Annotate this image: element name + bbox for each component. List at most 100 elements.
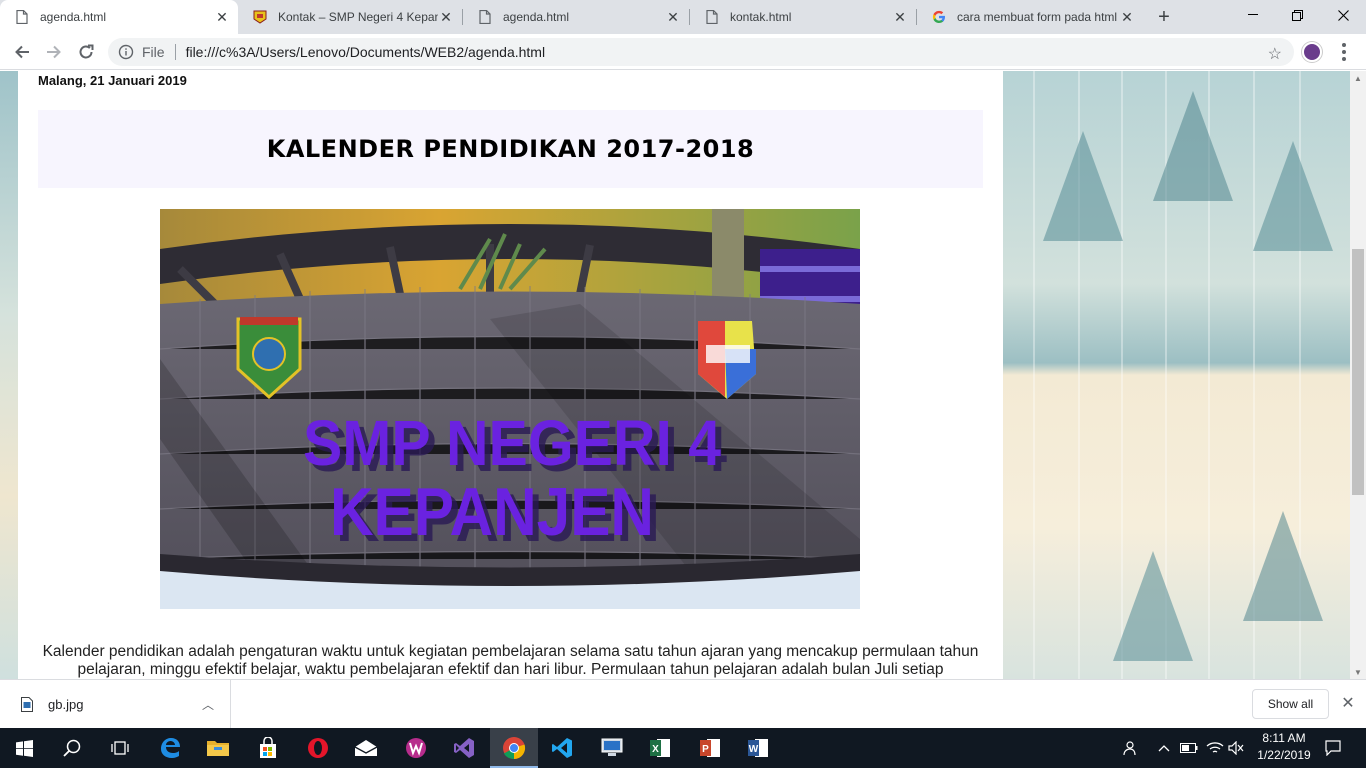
battery-icon[interactable] (1178, 728, 1200, 768)
excel-app[interactable]: X (636, 728, 684, 768)
tab-title: Kontak – SMP Negeri 4 Kepanj (278, 10, 438, 24)
restore-button[interactable] (1274, 0, 1320, 30)
media-player-icon (406, 738, 426, 758)
svg-text:X: X (652, 744, 659, 755)
tab-title: agenda.html (503, 10, 570, 24)
mail-icon (354, 740, 378, 756)
info-icon[interactable] (118, 44, 134, 60)
page-scrollbar[interactable]: ▲ ▼ (1350, 71, 1366, 679)
post-date: Malang, 21 Januari 2019 (38, 73, 187, 88)
chrome-app[interactable] (490, 728, 538, 768)
page-icon (14, 9, 30, 25)
close-tab-icon[interactable]: ✕ (214, 9, 230, 25)
new-tab-button[interactable]: + (1152, 5, 1176, 29)
store-app[interactable] (244, 728, 292, 768)
tab-agenda-active[interactable]: agenda.html ✕ (0, 0, 238, 34)
opera-app[interactable] (294, 728, 342, 768)
excel-icon: X (650, 739, 670, 757)
close-tab-icon[interactable]: ✕ (1119, 9, 1135, 25)
profile-avatar[interactable] (1302, 42, 1322, 62)
tab-title: kontak.html (730, 10, 792, 24)
page-heading: KALENDER PENDIDIKAN 2017-2018 (266, 135, 755, 163)
action-center-icon[interactable] (1320, 728, 1346, 768)
store-icon (260, 737, 276, 758)
close-tab-icon[interactable]: ✕ (892, 9, 908, 25)
wifi-icon[interactable] (1204, 728, 1226, 768)
tab-strip: agenda.html ✕ Kontak – SMP Negeri 4 Kepa… (0, 0, 1366, 34)
sign-line-2: KEPANJEN (330, 474, 654, 550)
page-viewport[interactable]: Malang, 21 Januari 2019 KALENDER PENDIDI… (0, 71, 1350, 679)
mail-app[interactable] (342, 728, 390, 768)
close-shelf-icon[interactable]: ✕ (1339, 694, 1357, 712)
chevron-up-icon[interactable]: ︿ (202, 696, 214, 713)
visual-studio-icon (454, 738, 474, 758)
volume-muted-icon[interactable] (1226, 728, 1246, 768)
sign-line-1: SMP NEGERI 4 (303, 407, 721, 479)
download-item[interactable]: gb.jpg ︿ (0, 680, 231, 729)
svg-text:P: P (702, 744, 709, 755)
reload-icon (79, 44, 94, 59)
search-icon (63, 739, 81, 757)
download-shelf: gb.jpg ︿ Show all ✕ (0, 679, 1366, 729)
bookmark-star-icon[interactable]: ☆ (1268, 44, 1282, 64)
edge-icon (161, 738, 180, 758)
powerpoint-icon: P (700, 739, 720, 757)
address-bar[interactable]: File file:///c%3A/Users/Lenovo/Documents… (108, 38, 1294, 66)
scroll-up-arrow-icon[interactable]: ▲ (1350, 71, 1366, 85)
powerpoint-app[interactable]: P (686, 728, 734, 768)
windows-taskbar: X P W 8:11 AM 1/22/2019 (0, 728, 1366, 768)
school-favicon (252, 9, 268, 25)
close-tab-icon[interactable]: ✕ (438, 9, 454, 25)
winamp-app[interactable] (392, 728, 440, 768)
title-banner: KALENDER PENDIDIKAN 2017-2018 (38, 110, 983, 188)
word-icon: W (748, 739, 768, 757)
system-clock[interactable]: 8:11 AM 1/22/2019 (1246, 730, 1322, 766)
edge-app[interactable] (146, 728, 194, 768)
school-photo: SMP NEGERI 4 SMP NEGERI 4 KEPANJEN KEPAN… (160, 209, 860, 609)
task-view-button[interactable] (96, 728, 144, 768)
tab-google-search[interactable]: cara membuat form pada html ✕ (917, 0, 1143, 34)
monitor-icon (601, 738, 623, 756)
close-tab-icon[interactable]: ✕ (665, 9, 681, 25)
people-icon[interactable] (1118, 728, 1140, 768)
tab-kontak[interactable]: kontak.html ✕ (690, 0, 916, 34)
main-content: Malang, 21 Januari 2019 KALENDER PENDIDI… (18, 71, 1003, 679)
start-button[interactable] (0, 728, 48, 768)
scheme-label: File (142, 44, 165, 60)
clock-date: 1/22/2019 (1257, 748, 1311, 762)
page-icon (477, 9, 493, 25)
clock-time: 8:11 AM (1262, 731, 1306, 745)
word-app[interactable]: W (734, 728, 782, 768)
google-icon (931, 9, 947, 25)
search-button[interactable] (48, 728, 96, 768)
tab-title: cara membuat form pada html (957, 10, 1118, 24)
remote-desktop-app[interactable] (588, 728, 636, 768)
show-hidden-icons-chevron-up-icon[interactable] (1154, 728, 1174, 768)
close-window-button[interactable] (1320, 0, 1366, 30)
browser-toolbar: File file:///c%3A/Users/Lenovo/Documents… (0, 34, 1366, 70)
vscode-app[interactable] (538, 728, 586, 768)
background-left-strip (0, 71, 18, 679)
tab-title: agenda.html (40, 10, 107, 24)
scrollbar-thumb[interactable] (1352, 249, 1364, 495)
url-text: file:///c%3A/Users/Lenovo/Documents/WEB2… (185, 44, 546, 60)
browser-menu-icon[interactable] (1339, 43, 1349, 61)
reload-button[interactable] (72, 38, 100, 66)
opera-icon (308, 738, 328, 758)
scroll-down-arrow-icon[interactable]: ▼ (1350, 665, 1366, 679)
minimize-button[interactable] (1230, 0, 1276, 30)
omnibox-divider (174, 44, 176, 60)
intro-paragraph: Kalender pendidikan adalah pengaturan wa… (42, 643, 979, 678)
tab-agenda[interactable]: agenda.html ✕ (463, 0, 689, 34)
windows-logo-icon (15, 739, 33, 757)
chrome-icon (503, 737, 526, 760)
forward-button[interactable] (40, 38, 68, 66)
forward-arrow-icon (47, 45, 61, 59)
svg-text:W: W (749, 744, 759, 755)
back-button[interactable] (8, 38, 36, 66)
background-right-panel (1003, 71, 1350, 679)
file-explorer-app[interactable] (194, 728, 242, 768)
tab-kontak-smp[interactable]: Kontak – SMP Negeri 4 Kepanj ✕ (238, 0, 462, 34)
visual-studio-app[interactable] (440, 728, 488, 768)
show-all-button[interactable]: Show all (1252, 689, 1329, 719)
